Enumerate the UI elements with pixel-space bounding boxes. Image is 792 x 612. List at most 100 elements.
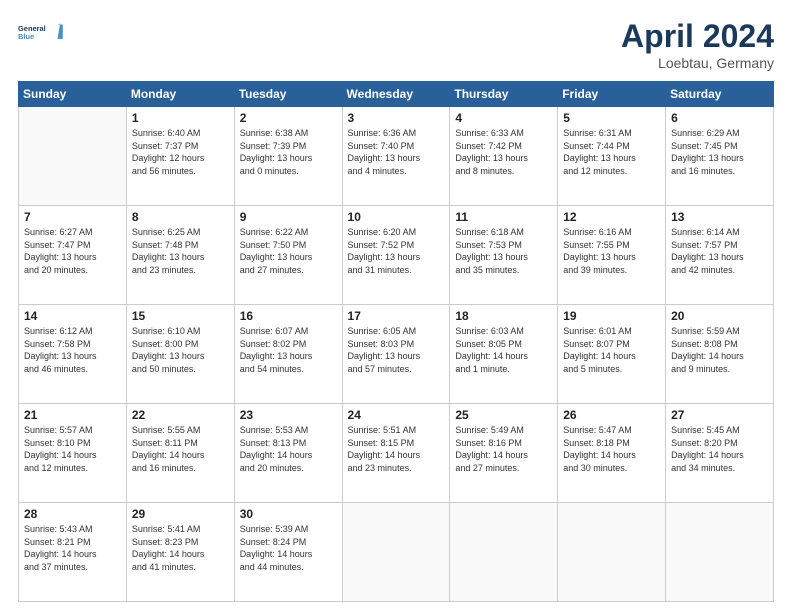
day-info: Sunrise: 5:57 AM Sunset: 8:10 PM Dayligh…: [24, 424, 121, 474]
day-info: Sunrise: 6:29 AM Sunset: 7:45 PM Dayligh…: [671, 127, 768, 177]
day-info: Sunrise: 6:22 AM Sunset: 7:50 PM Dayligh…: [240, 226, 337, 276]
table-cell: 9 Sunrise: 6:22 AM Sunset: 7:50 PM Daylig…: [234, 206, 342, 305]
day-number: 7: [24, 210, 121, 224]
svg-text:Blue: Blue: [18, 32, 34, 41]
day-number: 13: [671, 210, 768, 224]
table-cell: 15Sunrise: 6:10 AM Sunset: 8:00 PM Dayli…: [126, 305, 234, 404]
day-number: 17: [348, 309, 445, 323]
day-number: 12: [563, 210, 660, 224]
table-cell: 19 Sunrise: 6:01 AM Sunset: 8:07 PM Dayli…: [558, 305, 666, 404]
col-sunday: Sunday: [19, 82, 127, 107]
week-row-2: 7 Sunrise: 6:27 AM Sunset: 7:47 PM Daylig…: [19, 206, 774, 305]
day-number: 10: [348, 210, 445, 224]
week-row-3: 14Sunrise: 6:12 AM Sunset: 7:58 PM Dayli…: [19, 305, 774, 404]
table-cell: 13 Sunrise: 6:14 AM Sunset: 7:57 PM Dayli…: [666, 206, 774, 305]
location-subtitle: Loebtau, Germany: [621, 55, 774, 71]
day-number: 30: [240, 507, 337, 521]
table-cell: [342, 503, 450, 602]
day-number: 18: [455, 309, 552, 323]
day-info: Sunrise: 6:14 AM Sunset: 7:57 PM Dayligh…: [671, 226, 768, 276]
col-saturday: Saturday: [666, 82, 774, 107]
table-cell: [19, 107, 127, 206]
table-cell: 26Sunrise: 5:47 AM Sunset: 8:18 PM Dayli…: [558, 404, 666, 503]
day-info: Sunrise: 6:16 AM Sunset: 7:55 PM Dayligh…: [563, 226, 660, 276]
calendar-table: Sunday Monday Tuesday Wednesday Thursday…: [18, 81, 774, 602]
table-cell: 1 Sunrise: 6:40 AM Sunset: 7:37 PM Daylig…: [126, 107, 234, 206]
day-number: 23: [240, 408, 337, 422]
day-info: Sunrise: 5:47 AM Sunset: 8:18 PM Dayligh…: [563, 424, 660, 474]
day-number: 21: [24, 408, 121, 422]
header: GeneralBlue April 2024 Loebtau, Germany: [18, 18, 774, 71]
table-cell: 12 Sunrise: 6:16 AM Sunset: 7:55 PM Dayli…: [558, 206, 666, 305]
day-info: Sunrise: 6:38 AM Sunset: 7:39 PM Dayligh…: [240, 127, 337, 177]
day-info: Sunrise: 6:36 AM Sunset: 7:40 PM Dayligh…: [348, 127, 445, 177]
table-cell: 29 Sunrise: 5:41 AM Sunset: 8:23 PM Dayli…: [126, 503, 234, 602]
header-row: Sunday Monday Tuesday Wednesday Thursday…: [19, 82, 774, 107]
col-thursday: Thursday: [450, 82, 558, 107]
day-info: Sunrise: 6:05 AM Sunset: 8:03 PM Dayligh…: [348, 325, 445, 375]
day-number: 27: [671, 408, 768, 422]
day-info: Sunrise: 6:33 AM Sunset: 7:42 PM Dayligh…: [455, 127, 552, 177]
day-number: 5: [563, 111, 660, 125]
table-cell: 7 Sunrise: 6:27 AM Sunset: 7:47 PM Daylig…: [19, 206, 127, 305]
day-number: 16: [240, 309, 337, 323]
day-info: Sunrise: 6:01 AM Sunset: 8:07 PM Dayligh…: [563, 325, 660, 375]
day-number: 29: [132, 507, 229, 521]
table-cell: 27 Sunrise: 5:45 AM Sunset: 8:20 PM Dayli…: [666, 404, 774, 503]
day-info: Sunrise: 5:39 AM Sunset: 8:24 PM Dayligh…: [240, 523, 337, 573]
logo: GeneralBlue: [18, 18, 66, 46]
table-cell: 17 Sunrise: 6:05 AM Sunset: 8:03 PM Dayli…: [342, 305, 450, 404]
table-cell: 23 Sunrise: 5:53 AM Sunset: 8:13 PM Dayli…: [234, 404, 342, 503]
day-info: Sunrise: 6:40 AM Sunset: 7:37 PM Dayligh…: [132, 127, 229, 177]
day-number: 2: [240, 111, 337, 125]
table-cell: 14Sunrise: 6:12 AM Sunset: 7:58 PM Dayli…: [19, 305, 127, 404]
table-cell: 22Sunrise: 5:55 AM Sunset: 8:11 PM Dayli…: [126, 404, 234, 503]
table-cell: 4Sunrise: 6:33 AM Sunset: 7:42 PM Daylig…: [450, 107, 558, 206]
week-row-5: 28Sunrise: 5:43 AM Sunset: 8:21 PM Dayli…: [19, 503, 774, 602]
logo-icon: GeneralBlue: [18, 18, 66, 46]
day-info: Sunrise: 6:31 AM Sunset: 7:44 PM Dayligh…: [563, 127, 660, 177]
day-number: 6: [671, 111, 768, 125]
day-number: 25: [455, 408, 552, 422]
day-info: Sunrise: 6:07 AM Sunset: 8:02 PM Dayligh…: [240, 325, 337, 375]
table-cell: 16 Sunrise: 6:07 AM Sunset: 8:02 PM Dayli…: [234, 305, 342, 404]
table-cell: 10 Sunrise: 6:20 AM Sunset: 7:52 PM Dayli…: [342, 206, 450, 305]
table-cell: [558, 503, 666, 602]
day-number: 9: [240, 210, 337, 224]
week-row-1: 1 Sunrise: 6:40 AM Sunset: 7:37 PM Daylig…: [19, 107, 774, 206]
table-cell: 20 Sunrise: 5:59 AM Sunset: 8:08 PM Dayli…: [666, 305, 774, 404]
table-cell: 6 Sunrise: 6:29 AM Sunset: 7:45 PM Daylig…: [666, 107, 774, 206]
table-cell: 2 Sunrise: 6:38 AM Sunset: 7:39 PM Daylig…: [234, 107, 342, 206]
table-cell: 8Sunrise: 6:25 AM Sunset: 7:48 PM Daylig…: [126, 206, 234, 305]
day-info: Sunrise: 5:41 AM Sunset: 8:23 PM Dayligh…: [132, 523, 229, 573]
logo-svg: GeneralBlue: [18, 18, 66, 46]
table-cell: [666, 503, 774, 602]
day-info: Sunrise: 6:12 AM Sunset: 7:58 PM Dayligh…: [24, 325, 121, 375]
table-cell: 5 Sunrise: 6:31 AM Sunset: 7:44 PM Daylig…: [558, 107, 666, 206]
month-title: April 2024: [621, 18, 774, 55]
day-number: 1: [132, 111, 229, 125]
col-friday: Friday: [558, 82, 666, 107]
day-number: 19: [563, 309, 660, 323]
table-cell: 25Sunrise: 5:49 AM Sunset: 8:16 PM Dayli…: [450, 404, 558, 503]
day-number: 20: [671, 309, 768, 323]
table-cell: [450, 503, 558, 602]
table-cell: 11Sunrise: 6:18 AM Sunset: 7:53 PM Dayli…: [450, 206, 558, 305]
day-info: Sunrise: 5:53 AM Sunset: 8:13 PM Dayligh…: [240, 424, 337, 474]
day-info: Sunrise: 5:45 AM Sunset: 8:20 PM Dayligh…: [671, 424, 768, 474]
day-number: 28: [24, 507, 121, 521]
col-tuesday: Tuesday: [234, 82, 342, 107]
day-info: Sunrise: 6:27 AM Sunset: 7:47 PM Dayligh…: [24, 226, 121, 276]
page: GeneralBlue April 2024 Loebtau, Germany …: [0, 0, 792, 612]
table-cell: 30 Sunrise: 5:39 AM Sunset: 8:24 PM Dayli…: [234, 503, 342, 602]
day-info: Sunrise: 6:10 AM Sunset: 8:00 PM Dayligh…: [132, 325, 229, 375]
col-wednesday: Wednesday: [342, 82, 450, 107]
col-monday: Monday: [126, 82, 234, 107]
day-info: Sunrise: 5:59 AM Sunset: 8:08 PM Dayligh…: [671, 325, 768, 375]
day-info: Sunrise: 6:20 AM Sunset: 7:52 PM Dayligh…: [348, 226, 445, 276]
day-number: 24: [348, 408, 445, 422]
table-cell: 21 Sunrise: 5:57 AM Sunset: 8:10 PM Dayli…: [19, 404, 127, 503]
table-cell: 3Sunrise: 6:36 AM Sunset: 7:40 PM Daylig…: [342, 107, 450, 206]
title-area: April 2024 Loebtau, Germany: [621, 18, 774, 71]
day-info: Sunrise: 6:03 AM Sunset: 8:05 PM Dayligh…: [455, 325, 552, 375]
